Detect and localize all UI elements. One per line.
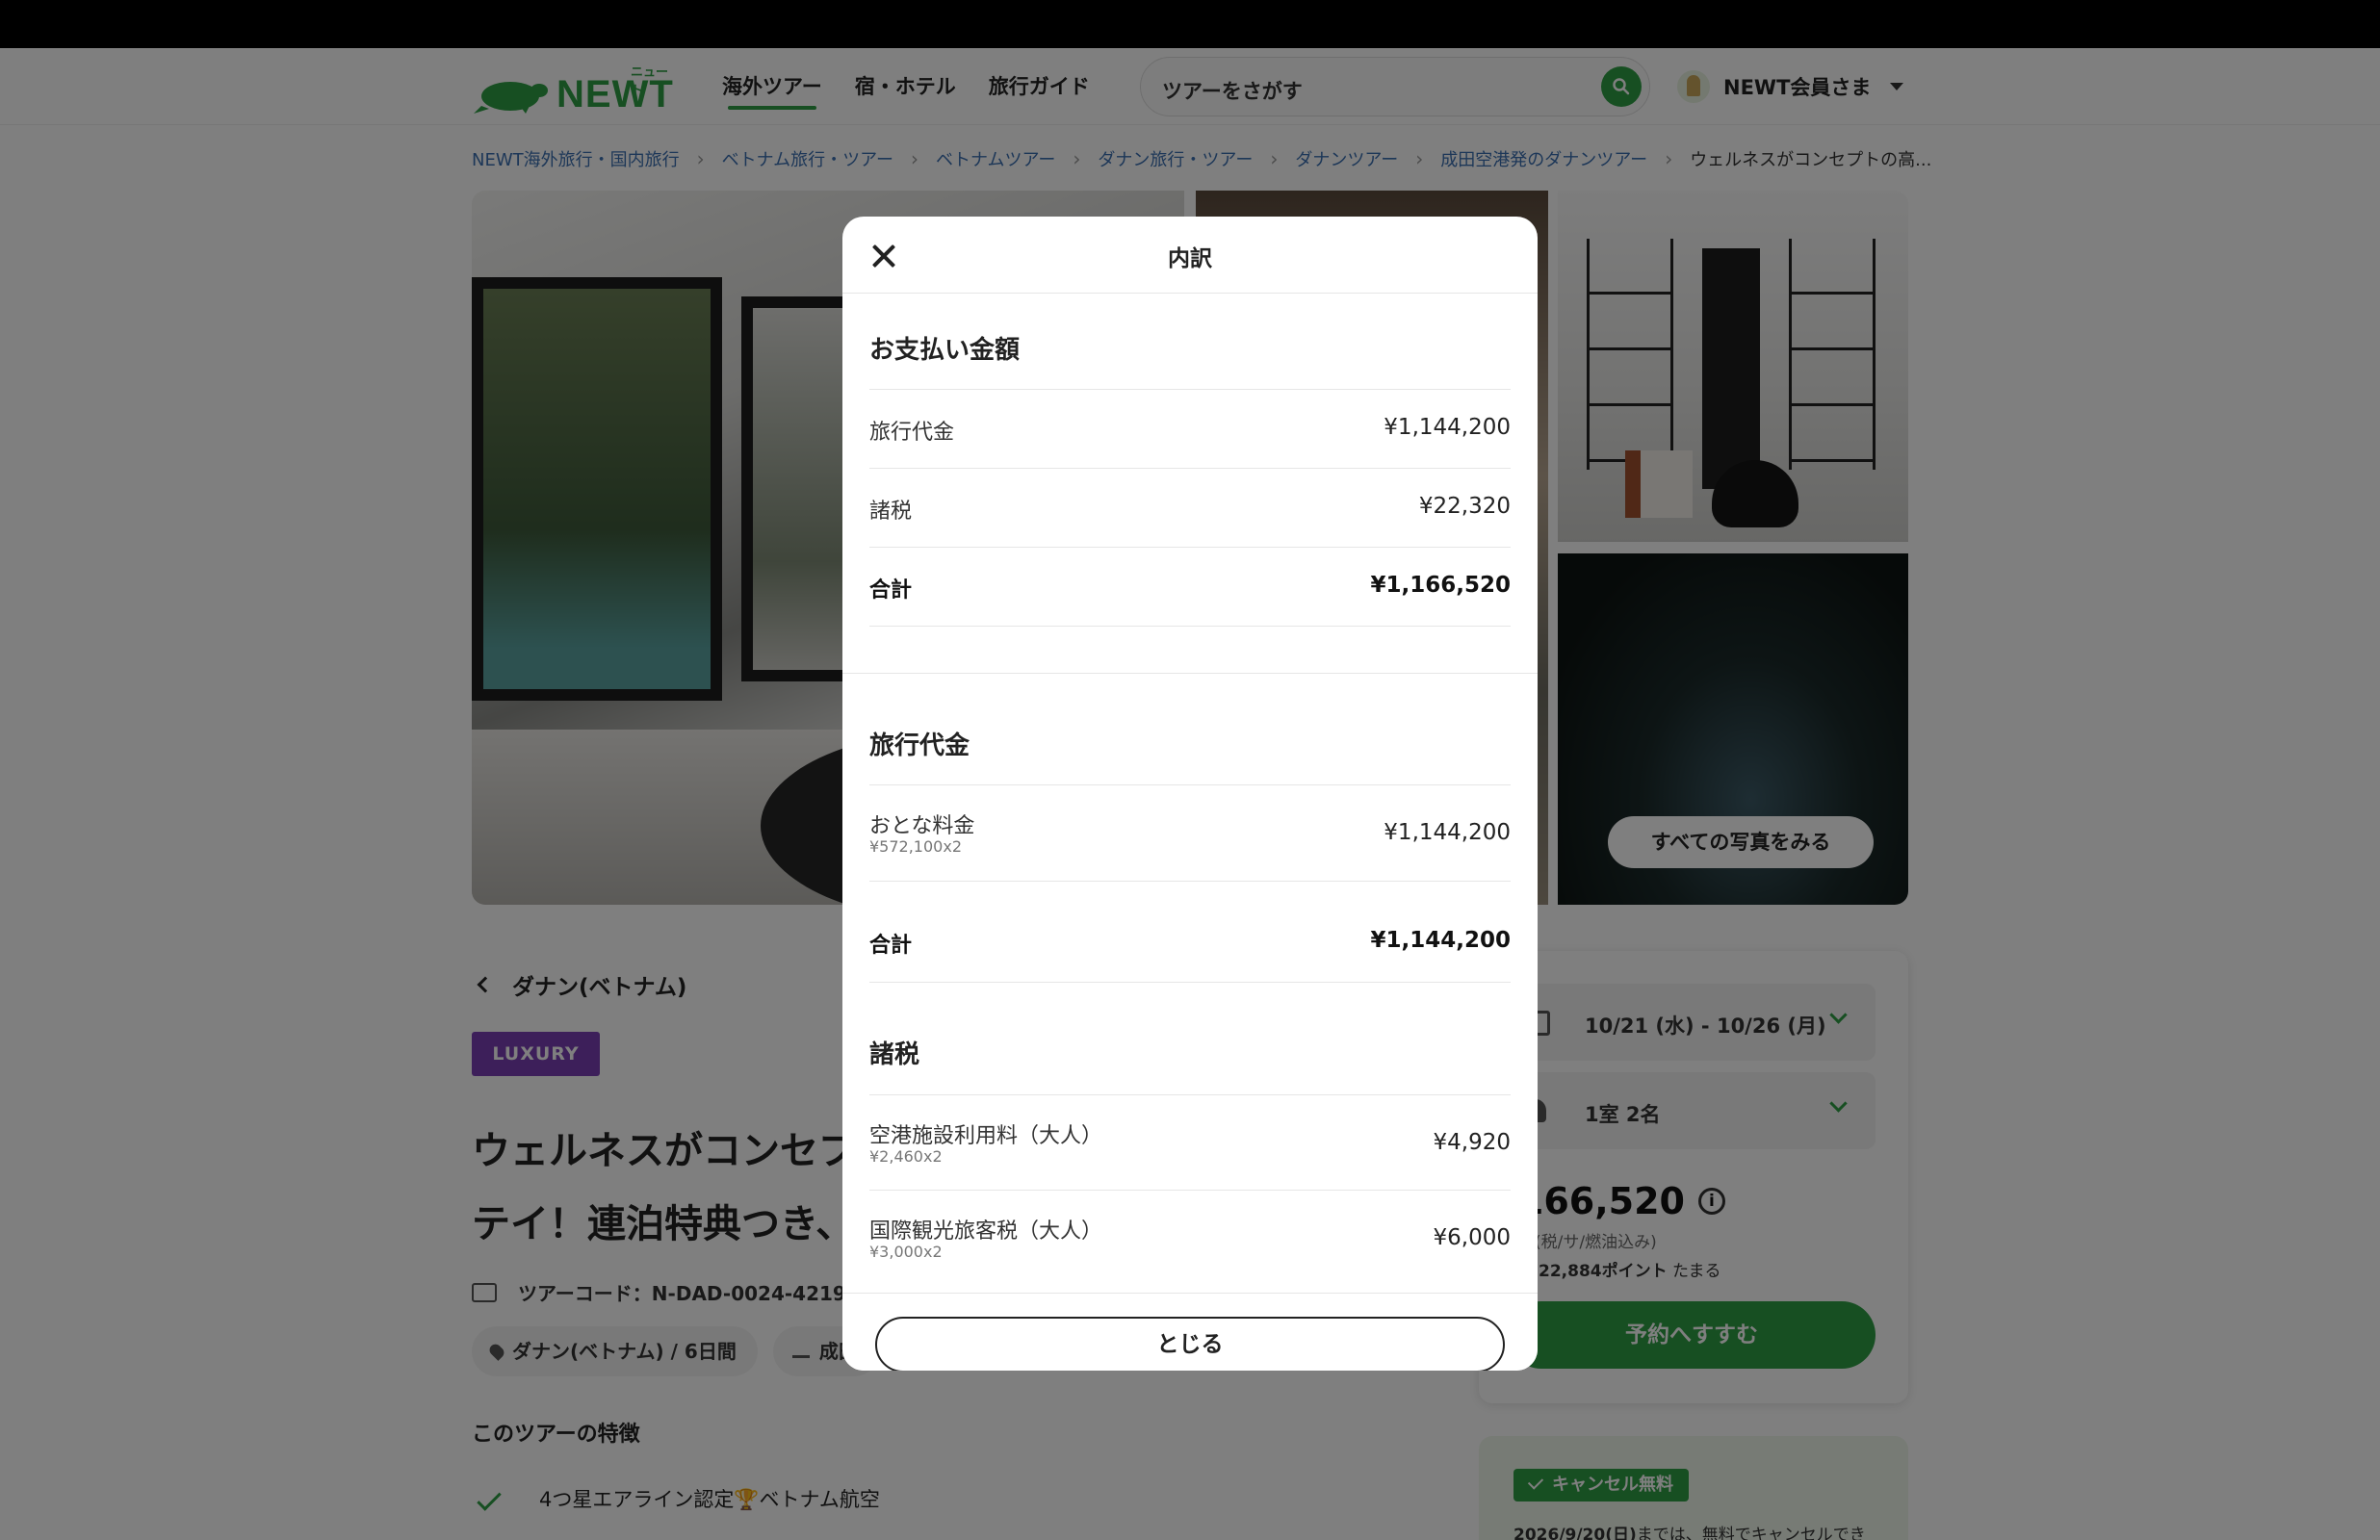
modal-footer: とじる: [842, 1293, 1538, 1371]
system-top-bar: [0, 0, 2380, 48]
tourism-tax-row: 国際観光旅客税（大人） ¥3,000x2 ¥6,000: [869, 1190, 1511, 1286]
modal-title: 内訳: [1168, 246, 1212, 271]
row-sub: ¥3,000x2: [869, 1243, 943, 1261]
total-amount: ¥1,166,520: [1370, 573, 1511, 598]
row-amount: ¥22,320: [1418, 494, 1511, 519]
payment-row-taxes: 諸税 ¥22,320: [869, 468, 1511, 547]
travel-fee-heading: 旅行代金: [869, 732, 970, 760]
total-amount: ¥1,144,200: [1370, 928, 1511, 953]
adult-fee-row: おとな料金 ¥572,100x2 ¥1,144,200: [869, 784, 1511, 881]
row-amount: ¥1,144,200: [1384, 415, 1511, 440]
total-label: 合計: [869, 578, 913, 603]
section-divider: [842, 673, 1538, 674]
row-amount: ¥4,920: [1433, 1130, 1511, 1155]
travel-total-row: 合計 ¥1,144,200: [869, 881, 1511, 983]
row-amount: ¥1,144,200: [1384, 820, 1511, 845]
row-sub: ¥572,100x2: [869, 837, 962, 856]
taxes-heading: 諸税: [869, 1040, 920, 1069]
row-label: おとな料金: [869, 814, 975, 838]
payment-row-travel: 旅行代金 ¥1,144,200: [869, 389, 1511, 468]
payment-heading: お支払い金額: [869, 336, 1021, 365]
row-label: 諸税: [869, 500, 913, 524]
close-button[interactable]: とじる: [875, 1317, 1505, 1371]
price-breakdown-modal: 内訳 お支払い金額 旅行代金 ¥1,144,200 諸税 ¥22,320 合計 …: [842, 217, 1538, 1371]
airport-fee-row: 空港施設利用料（大人） ¥2,460x2 ¥4,920: [869, 1094, 1511, 1190]
total-label: 合計: [869, 934, 913, 958]
modal-header: 内訳: [842, 217, 1538, 294]
row-sub: ¥2,460x2: [869, 1147, 943, 1166]
row-label: 国際観光旅客税（大人）: [869, 1219, 1103, 1244]
modal-body[interactable]: お支払い金額 旅行代金 ¥1,144,200 諸税 ¥22,320 合計 ¥1,…: [842, 295, 1538, 1293]
row-label: 旅行代金: [869, 421, 955, 445]
row-label: 空港施設利用料（大人）: [869, 1124, 1103, 1148]
row-amount: ¥6,000: [1433, 1225, 1511, 1250]
payment-total-row: 合計 ¥1,166,520: [869, 547, 1511, 627]
